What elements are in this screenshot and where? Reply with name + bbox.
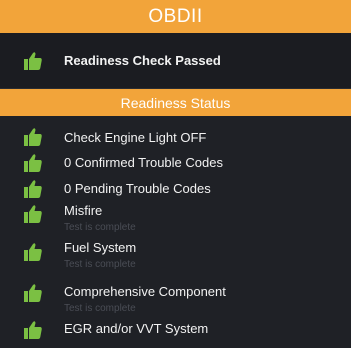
section-header: Readiness Status (0, 89, 351, 116)
thumbs-up-icon (23, 153, 43, 173)
app-title: OBDII (148, 5, 203, 27)
readiness-summary: Readiness Check Passed (0, 33, 351, 89)
item-label: Fuel System (64, 240, 137, 255)
item-label: Comprehensive Component (64, 284, 226, 299)
item-label: 0 Pending Trouble Codes (64, 181, 211, 196)
item-label: 0 Confirmed Trouble Codes (64, 155, 223, 170)
item-label: Check Engine Light OFF (64, 130, 207, 145)
item-label: Misfire (64, 203, 103, 218)
app-title-bar: OBDII (0, 0, 351, 33)
item-status: Test is complete (64, 303, 136, 314)
item-status: Test is complete (64, 222, 136, 233)
section-title: Readiness Status (120, 94, 231, 111)
thumbs-up-icon (23, 204, 43, 224)
item-label: EGR and/or VVT System (64, 321, 209, 336)
thumbs-up-icon (23, 127, 43, 147)
thumbs-up-icon (23, 51, 43, 71)
thumbs-up-icon (23, 320, 43, 340)
thumbs-up-icon (23, 242, 43, 262)
summary-text: Readiness Check Passed (64, 53, 221, 68)
thumbs-up-icon (23, 179, 43, 199)
item-status: Test is complete (64, 259, 136, 270)
thumbs-up-icon (23, 283, 43, 303)
